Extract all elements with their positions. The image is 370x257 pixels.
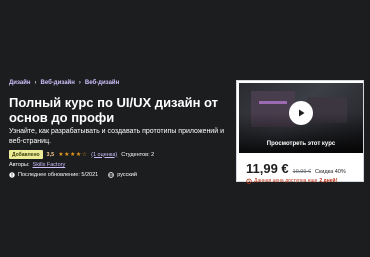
author-link[interactable]: Skills Factory xyxy=(33,162,66,168)
preview-label: Просмотреть этот курс xyxy=(266,141,336,147)
authors-row: Авторы: Skills Factory xyxy=(9,162,65,168)
price-row: 11,99 € 19,99 € Скидка 40% xyxy=(246,161,346,176)
star-empty-icon: ☆ xyxy=(81,151,88,158)
original-price: 19,99 € xyxy=(292,169,312,175)
rating-stars: ★ ★ ★ ★ ☆ xyxy=(58,152,87,158)
discount-label: Скидка 40% xyxy=(315,169,346,175)
last-updated: Последнее обновление: 5/2021 xyxy=(9,172,98,178)
breadcrumb-item-web-design-sub[interactable]: Веб-дизайн xyxy=(85,80,119,86)
language: русский xyxy=(108,172,137,178)
rating-value: 3,5 xyxy=(46,151,55,158)
alarm-clock-icon xyxy=(246,178,252,184)
timer-value: 2 дней! xyxy=(319,178,338,184)
students-count: Студентов: 2 xyxy=(121,151,155,158)
price-timer: Данная цена доступна еще 2 дней! xyxy=(246,178,337,184)
course-title: Полный курс по UI/UX дизайн от основ до … xyxy=(9,95,219,125)
timer-prefix: Данная цена доступна еще xyxy=(254,178,318,184)
rating-row: Добавлено 3,5 ★ ★ ★ ★ ☆ (1 оценка) Студе… xyxy=(9,150,154,159)
globe-icon xyxy=(108,172,115,178)
star-icon: ★ xyxy=(58,151,64,158)
star-icon: ★ xyxy=(64,151,70,158)
breadcrumb: Дизайн › Веб-дизайн › Веб-дизайн xyxy=(9,80,119,86)
alert-badge-icon xyxy=(9,172,15,178)
breadcrumb-item-design[interactable]: Дизайн xyxy=(9,80,31,86)
play-icon xyxy=(299,109,305,117)
course-subtitle: Узнайте, как разрабатывать и создавать п… xyxy=(9,128,224,145)
star-icon: ★ xyxy=(69,151,76,158)
play-button[interactable] xyxy=(289,101,313,125)
rating-count-link[interactable]: (1 оценка) xyxy=(91,152,117,158)
preview-thumbnail-art xyxy=(259,101,287,104)
current-price: 11,99 € xyxy=(246,161,289,176)
star-half-icon: ★ xyxy=(75,151,82,158)
new-badge: Добавлено xyxy=(9,150,43,159)
language-text: русский xyxy=(117,172,137,178)
chevron-right-icon: › xyxy=(78,80,81,86)
purchase-card: Просмотреть этот курс 11,99 € 19,99 € Ск… xyxy=(236,80,364,184)
authors-label: Авторы: xyxy=(9,162,30,168)
info-row: Последнее обновление: 5/2021 русский xyxy=(9,172,137,178)
breadcrumb-item-web-design[interactable]: Веб-дизайн xyxy=(41,80,75,86)
chevron-right-icon: › xyxy=(34,80,37,86)
course-preview[interactable]: Просмотреть этот курс xyxy=(239,83,363,153)
last-updated-text: Последнее обновление: 5/2021 xyxy=(18,172,99,178)
